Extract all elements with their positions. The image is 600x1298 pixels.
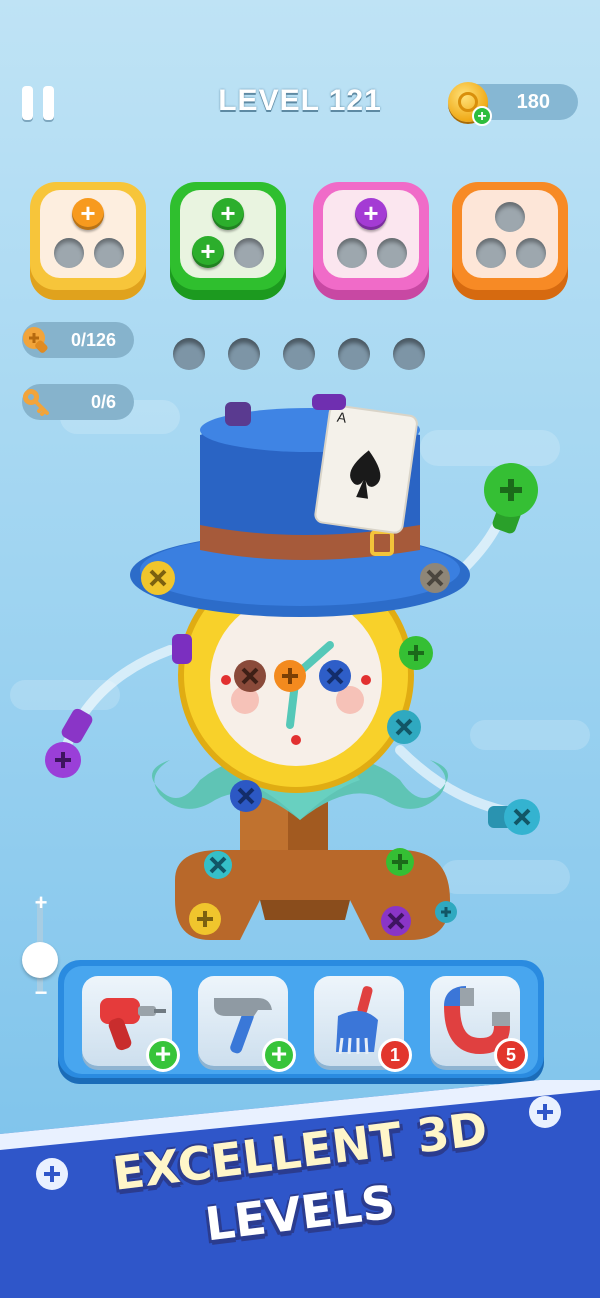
empty-hole: [94, 238, 124, 268]
green-box: + +: [170, 182, 286, 300]
orange-screw-icon: [274, 660, 306, 692]
teal-screw-icon: [204, 851, 232, 879]
collection-slot: [228, 338, 260, 370]
collection-slot: [393, 338, 425, 370]
broom-count-badge: 1: [378, 1038, 412, 1072]
green-screw-icon: [399, 636, 433, 670]
green-screw-icon: [386, 848, 414, 876]
empty-hole: [476, 238, 506, 268]
gray-screw-icon: [420, 563, 450, 593]
empty-hole: [234, 238, 264, 268]
empty-hole: [337, 238, 367, 268]
screw-count: 0/126: [70, 330, 116, 350]
screw-icon: [23, 327, 48, 353]
purple-screw-icon: +: [355, 198, 387, 230]
ace-of-spades-card: A: [314, 404, 418, 534]
yellow-screw-icon: [141, 561, 175, 595]
magnet-count-badge: 5: [494, 1038, 528, 1072]
teal-screw-icon: [435, 901, 457, 923]
collection-slot: [173, 338, 205, 370]
blue-screw-icon: [230, 780, 262, 812]
pink-box: +: [313, 182, 429, 300]
empty-hole: [516, 238, 546, 268]
puzzle-object[interactable]: A: [0, 380, 600, 960]
teal-screw-icon: [387, 710, 421, 744]
top-hat: A: [130, 404, 470, 617]
hammer-add-badge[interactable]: +: [262, 1038, 296, 1072]
zoom-in-icon[interactable]: +: [26, 890, 56, 916]
collection-slot: [283, 338, 315, 370]
green-screw-icon: +: [192, 236, 224, 268]
brown-screw-icon: [234, 660, 266, 692]
yellow-box: +: [30, 182, 146, 300]
blue-screw-icon: [319, 660, 351, 692]
zoom-slider-knob[interactable]: [22, 942, 58, 978]
yellow-screw-icon: [189, 903, 221, 935]
add-coins-button[interactable]: +: [472, 106, 492, 126]
empty-hole: [495, 202, 525, 232]
orange-screw-icon: +: [72, 198, 104, 230]
empty-hole: [54, 238, 84, 268]
coin-value: 180: [516, 91, 550, 113]
orange-box: [452, 182, 568, 300]
screw-counter: 0/126: [22, 322, 134, 358]
purple-screw-icon: [172, 634, 192, 664]
purple-screw-icon: [312, 394, 346, 410]
green-screw-icon: +: [212, 198, 244, 230]
drill-add-badge[interactable]: +: [146, 1038, 180, 1072]
zoom-out-icon[interactable]: −: [26, 980, 56, 1006]
purple-screw-icon: [225, 402, 251, 426]
collection-slot: [338, 338, 370, 370]
empty-hole: [377, 238, 407, 268]
purple-screw-icon: [381, 906, 411, 936]
